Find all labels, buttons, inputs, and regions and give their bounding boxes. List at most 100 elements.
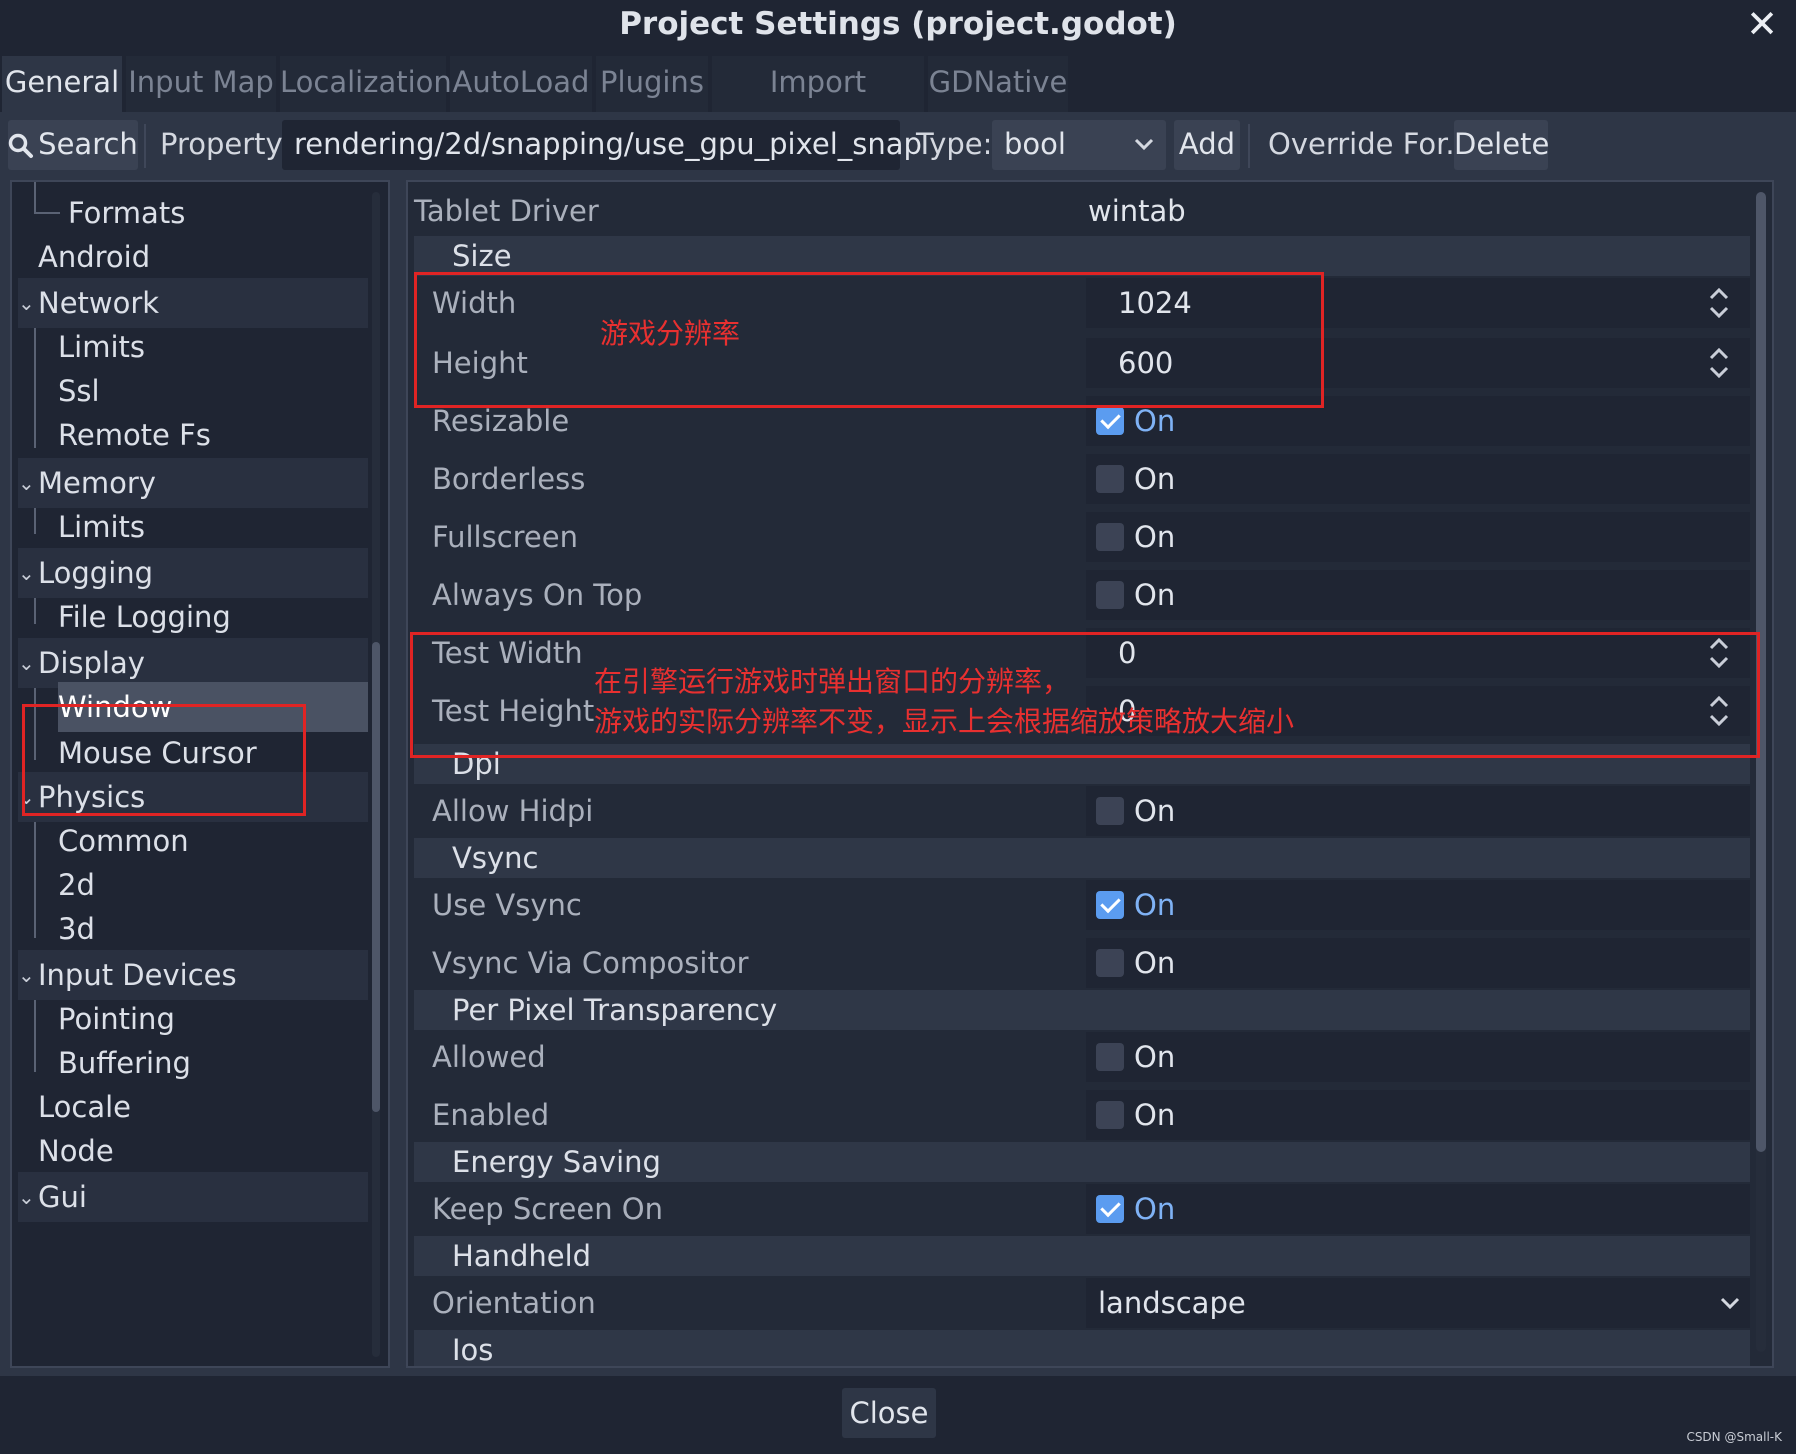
tree-item-remote-fs[interactable]: Remote Fs	[18, 410, 368, 460]
tab-bar: General Input Map Localization AutoLoad …	[0, 56, 1796, 151]
tree-item-pointing[interactable]: Pointing	[18, 994, 368, 1044]
borderless-checkbox[interactable]: On	[1086, 454, 1750, 504]
tree-item-network-limits[interactable]: Limits	[18, 322, 368, 372]
tree-item-node[interactable]: Node	[18, 1126, 368, 1176]
tree-item-display[interactable]: ⌄ Display	[18, 638, 368, 688]
tree-item-logging[interactable]: ⌄ Logging	[18, 548, 368, 598]
tree-item-ssl[interactable]: Ssl	[18, 366, 368, 416]
close-button[interactable]: Close	[842, 1388, 936, 1438]
annotation-box-resolution	[414, 272, 1324, 408]
orientation-value: landscape	[1098, 1286, 1246, 1320]
tree-item-locale[interactable]: Locale	[18, 1082, 368, 1132]
tree-item-network[interactable]: ⌄ Network	[18, 278, 368, 328]
checkbox-label: On	[1134, 578, 1176, 612]
inspector-scrollbar[interactable]	[1756, 192, 1766, 1352]
chevron-down-icon[interactable]: ⌄	[18, 950, 38, 1000]
tree-item-memory[interactable]: ⌄ Memory	[18, 458, 368, 508]
tree-item-android[interactable]: Android	[18, 232, 368, 282]
tab-plugins[interactable]: Plugins	[596, 56, 708, 112]
always-on-top-checkbox[interactable]: On	[1086, 570, 1750, 620]
checkbox-icon[interactable]	[1096, 1195, 1124, 1223]
prop-label: Allowed	[432, 1040, 546, 1074]
checkbox-icon[interactable]	[1096, 891, 1124, 919]
tab-localization[interactable]: Localization	[280, 56, 452, 112]
prop-label: Always On Top	[432, 578, 643, 612]
checkbox-label: On	[1134, 1098, 1176, 1132]
chevron-down-icon[interactable]: ⌄	[18, 1172, 38, 1222]
tree-item-buffering[interactable]: Buffering	[18, 1038, 368, 1088]
prop-use-vsync: Use Vsync On	[414, 880, 1750, 930]
tab-gdnative[interactable]: GDNative	[928, 56, 1068, 112]
keep-screen-on-checkbox[interactable]: On	[1086, 1184, 1750, 1234]
checkbox-icon[interactable]	[1096, 1101, 1124, 1129]
chevron-down-icon[interactable]: ⌄	[18, 278, 38, 328]
checkbox-icon[interactable]	[1096, 523, 1124, 551]
tab-import-defaults[interactable]: Import Defaults	[712, 56, 924, 151]
title-bar: Project Settings (project.godot) ✕	[0, 0, 1796, 50]
tree-item-3d[interactable]: 3d	[18, 904, 368, 954]
checkbox-label: On	[1134, 946, 1176, 980]
type-value: bool	[1004, 127, 1066, 161]
property-input[interactable]: rendering/2d/snapping/use_gpu_pixel_snap	[282, 120, 922, 170]
spin-arrows-icon[interactable]	[1708, 286, 1730, 320]
group-size: Size	[414, 236, 1750, 276]
tree-item-gui[interactable]: ⌄ Gui	[18, 1172, 368, 1222]
delete-button[interactable]: Delete	[1454, 120, 1549, 170]
annotation-test-line2: 游戏的实际分辨率不变，显示上会根据缩放策略放大缩小	[594, 705, 1295, 738]
chevron-down-icon	[1134, 138, 1154, 151]
prop-enabled: Enabled On	[414, 1090, 1750, 1140]
checkbox-icon[interactable]	[1096, 949, 1124, 977]
search-icon	[8, 133, 34, 158]
chevron-down-icon[interactable]: ⌄	[18, 548, 38, 598]
allow-hidpi-checkbox[interactable]: On	[1086, 786, 1750, 836]
add-button[interactable]: Add	[1174, 120, 1240, 170]
prop-label: Enabled	[432, 1098, 550, 1132]
allowed-checkbox[interactable]: On	[1086, 1032, 1750, 1082]
enabled-checkbox[interactable]: On	[1086, 1090, 1750, 1140]
checkbox-label: On	[1134, 520, 1176, 554]
group-handheld: Handheld	[414, 1236, 1750, 1276]
tree-item-file-logging[interactable]: File Logging	[18, 592, 368, 642]
fullscreen-checkbox[interactable]: On	[1086, 512, 1750, 562]
checkbox-icon[interactable]	[1096, 581, 1124, 609]
property-label: Property:	[160, 127, 291, 161]
tab-general[interactable]: General	[2, 56, 122, 112]
toolbar-separator	[144, 124, 146, 168]
prop-borderless: Borderless On	[414, 454, 1750, 504]
prop-label: Fullscreen	[432, 520, 578, 554]
tree-item-input-devices[interactable]: ⌄ Input Devices	[18, 950, 368, 1000]
chevron-down-icon[interactable]: ⌄	[18, 458, 38, 508]
spin-arrows-icon[interactable]	[1708, 346, 1730, 380]
search-button[interactable]: Search	[8, 120, 138, 170]
tree-item-2d[interactable]: 2d	[18, 860, 368, 910]
tablet-driver-value[interactable]: wintab	[1078, 188, 1742, 234]
chevron-down-icon[interactable]: ⌄	[18, 638, 38, 688]
annotation-test-line1: 在引擎运行游戏时弹出窗口的分辨率，	[594, 665, 1071, 698]
checkbox-icon[interactable]	[1096, 465, 1124, 493]
search-label: Search	[38, 127, 138, 161]
prop-allowed: Allowed On	[414, 1032, 1750, 1082]
prop-always-on-top: Always On Top On	[414, 570, 1750, 620]
use-vsync-checkbox[interactable]: On	[1086, 880, 1750, 930]
vsync-compositor-checkbox[interactable]: On	[1086, 938, 1750, 988]
orientation-select[interactable]: landscape	[1086, 1278, 1750, 1328]
tree-item-memory-limits[interactable]: Limits	[18, 502, 368, 552]
checkbox-icon[interactable]	[1096, 407, 1124, 435]
tab-input-map[interactable]: Input Map	[126, 56, 276, 112]
close-icon[interactable]: ✕	[1746, 4, 1778, 44]
tree-item-common[interactable]: Common	[18, 816, 368, 866]
tree-scrollbar[interactable]	[372, 192, 380, 1357]
tree-item-formats[interactable]: Formats	[18, 188, 368, 238]
checkbox-icon[interactable]	[1096, 797, 1124, 825]
tab-autoload[interactable]: AutoLoad	[450, 56, 592, 112]
type-select[interactable]: bool	[992, 120, 1166, 170]
tree-scrollbar-thumb[interactable]	[372, 642, 380, 1112]
prop-tablet-driver: Tablet Driver wintab	[414, 188, 1750, 234]
override-for-button[interactable]: Override For...	[1268, 120, 1473, 170]
group-ios: Ios	[414, 1330, 1750, 1366]
prop-vsync-via-compositor: Vsync Via Compositor On	[414, 938, 1750, 988]
group-energy-saving: Energy Saving	[414, 1142, 1750, 1182]
checkbox-icon[interactable]	[1096, 1043, 1124, 1071]
checkbox-label: On	[1134, 1192, 1176, 1226]
checkbox-label: On	[1134, 794, 1176, 828]
